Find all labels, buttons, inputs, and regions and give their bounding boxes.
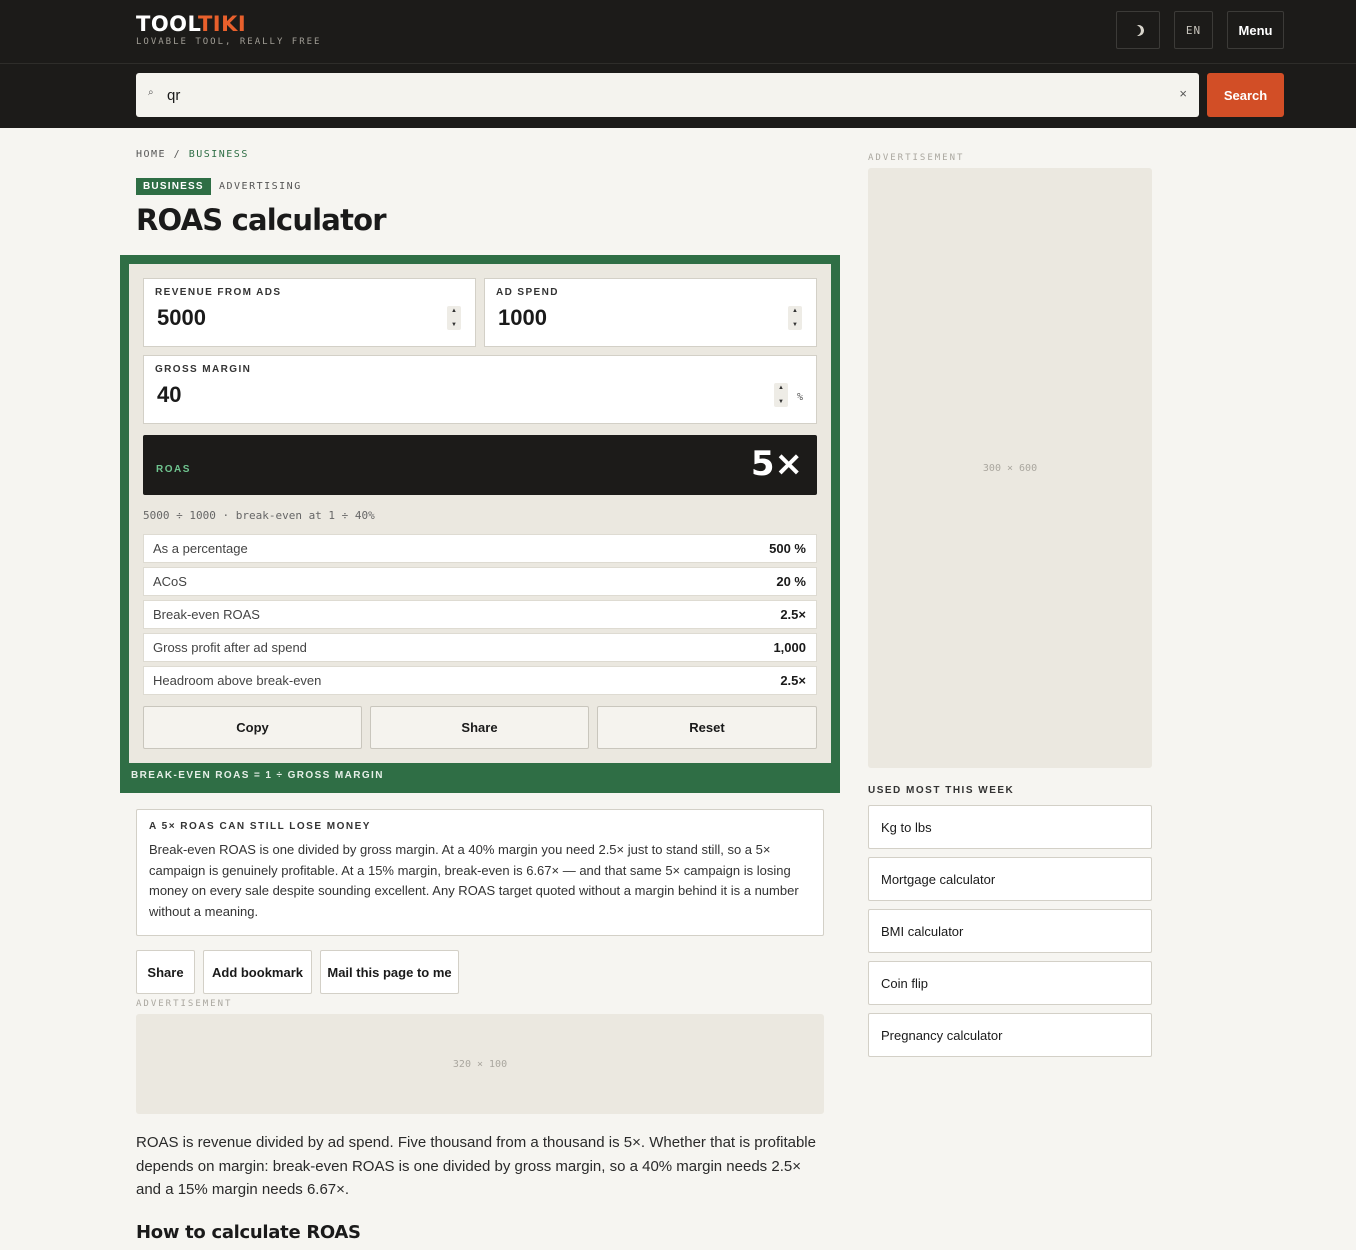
result-label: ROAS bbox=[156, 464, 191, 475]
stat-label: As a percentage bbox=[153, 541, 248, 556]
breadcrumb: HOME / BUSINESS bbox=[136, 149, 249, 160]
note-title: A 5× ROAS CAN STILL LOSE MONEY bbox=[149, 821, 371, 832]
ad-size-label: 300 × 600 bbox=[982, 462, 1038, 474]
info-note: A 5× ROAS CAN STILL LOSE MONEY Break-eve… bbox=[136, 809, 824, 936]
chevron-up-icon[interactable]: ▲ bbox=[778, 385, 784, 391]
chevron-down-icon[interactable]: ▼ bbox=[792, 322, 798, 328]
formula-text: 5000 ÷ 1000 · break-even at 1 ÷ 40% bbox=[143, 509, 375, 522]
ad-slot-sidebar: 300 × 600 bbox=[868, 168, 1152, 768]
stat-value: 2.5× bbox=[780, 673, 806, 688]
calculator-body: REVENUE FROM ADS 5000 ▲ ▼ AD SPEND 1000 … bbox=[129, 264, 831, 763]
ad-slot-inline: 320 × 100 bbox=[136, 1014, 824, 1114]
ad-spend-field[interactable]: AD SPEND 1000 ▲ ▼ bbox=[484, 278, 817, 347]
search-field[interactable]: ⌕ × bbox=[136, 73, 1199, 117]
theme-toggle-button[interactable] bbox=[1116, 11, 1160, 49]
breadcrumb-home[interactable]: HOME bbox=[136, 149, 166, 160]
moon-icon bbox=[1131, 23, 1145, 37]
chevron-up-icon[interactable]: ▲ bbox=[451, 308, 457, 314]
ad-spend-value[interactable]: 1000 bbox=[498, 305, 547, 331]
percent-unit: % bbox=[797, 392, 804, 403]
share-result-button[interactable]: Share bbox=[370, 706, 589, 749]
logo-accent: TIKI bbox=[197, 12, 247, 36]
revenue-stepper[interactable]: ▲ ▼ bbox=[447, 306, 461, 330]
popular-tool-link[interactable]: Pregnancy calculator bbox=[868, 1013, 1152, 1057]
breadcrumb-current[interactable]: BUSINESS bbox=[189, 149, 249, 160]
popular-tool-link[interactable]: Kg to lbs bbox=[868, 805, 1152, 849]
popular-tool-link[interactable]: BMI calculator bbox=[868, 909, 1152, 953]
calculator-card: REVENUE FROM ADS 5000 ▲ ▼ AD SPEND 1000 … bbox=[120, 255, 840, 793]
stat-label: Gross profit after ad spend bbox=[153, 640, 307, 655]
category-badge[interactable]: BUSINESS bbox=[136, 178, 211, 195]
stat-row: Gross profit after ad spend 1,000 bbox=[143, 633, 817, 662]
site-logo[interactable]: TOOLTIKI bbox=[136, 12, 246, 36]
note-body: Break-even ROAS is one divided by gross … bbox=[149, 842, 799, 919]
result-value: 5× bbox=[750, 444, 803, 484]
calculator-footer-formula: BREAK-EVEN ROAS = 1 ÷ GROSS MARGIN bbox=[131, 770, 384, 781]
stat-label: ACoS bbox=[153, 574, 187, 589]
logo-main: TOOL bbox=[136, 12, 198, 36]
gross-margin-stepper[interactable]: ▲ ▼ bbox=[774, 383, 788, 407]
popular-tools-title: USED MOST THIS WEEK bbox=[868, 785, 1015, 796]
page-title: ROAS calculator bbox=[136, 203, 387, 237]
share-page-button[interactable]: Share bbox=[136, 950, 195, 994]
ad-spend-stepper[interactable]: ▲ ▼ bbox=[788, 306, 802, 330]
search-button[interactable]: Search bbox=[1207, 73, 1284, 117]
reset-button[interactable]: Reset bbox=[597, 706, 817, 749]
ad-spend-label: AD SPEND bbox=[496, 287, 559, 298]
revenue-value[interactable]: 5000 bbox=[157, 305, 206, 331]
site-tagline: LOVABLE TOOL, REALLY FREE bbox=[136, 37, 322, 47]
search-input[interactable] bbox=[167, 85, 1157, 105]
ad-label: ADVERTISEMENT bbox=[136, 999, 233, 1009]
stat-row: ACoS 20 % bbox=[143, 567, 817, 596]
search-bar: ⌕ × Search bbox=[0, 64, 1356, 128]
mail-page-button[interactable]: Mail this page to me bbox=[320, 950, 459, 994]
stat-label: Headroom above break-even bbox=[153, 673, 322, 688]
popular-tool-link[interactable]: Coin flip bbox=[868, 961, 1152, 1005]
site-header: TOOLTIKI LOVABLE TOOL, REALLY FREE EN Me… bbox=[0, 0, 1356, 64]
stat-row: Break-even ROAS 2.5× bbox=[143, 600, 817, 629]
search-icon: ⌕ bbox=[148, 87, 154, 98]
revenue-label: REVENUE FROM ADS bbox=[155, 287, 282, 298]
roas-result: ROAS 5× bbox=[143, 435, 817, 495]
section-heading: How to calculate ROAS bbox=[136, 1222, 361, 1243]
popular-tool-link[interactable]: Mortgage calculator bbox=[868, 857, 1152, 901]
revenue-field[interactable]: REVENUE FROM ADS 5000 ▲ ▼ bbox=[143, 278, 476, 347]
stat-value: 2.5× bbox=[780, 607, 806, 622]
stat-label: Break-even ROAS bbox=[153, 607, 260, 622]
ad-size-label: 320 × 100 bbox=[452, 1058, 508, 1070]
chevron-up-icon[interactable]: ▲ bbox=[792, 308, 798, 314]
gross-margin-field[interactable]: GROSS MARGIN 40 ▲ ▼ % bbox=[143, 355, 817, 424]
intro-paragraph: ROAS is revenue divided by ad spend. Fiv… bbox=[136, 1134, 816, 1198]
stat-value: 1,000 bbox=[773, 640, 806, 655]
stat-value: 500 % bbox=[769, 541, 806, 556]
add-bookmark-button[interactable]: Add bookmark bbox=[203, 950, 312, 994]
breadcrumb-separator: / bbox=[173, 149, 182, 160]
ad-label: ADVERTISEMENT bbox=[868, 153, 965, 163]
language-button[interactable]: EN bbox=[1174, 11, 1213, 49]
stat-value: 20 % bbox=[776, 574, 806, 589]
chevron-down-icon[interactable]: ▼ bbox=[451, 322, 457, 328]
chevron-down-icon[interactable]: ▼ bbox=[778, 399, 784, 405]
stat-row: As a percentage 500 % bbox=[143, 534, 817, 563]
menu-button[interactable]: Menu bbox=[1227, 11, 1284, 49]
subcategory-tag[interactable]: ADVERTISING bbox=[219, 181, 302, 192]
gross-margin-value[interactable]: 40 bbox=[157, 382, 181, 408]
gross-margin-label: GROSS MARGIN bbox=[155, 364, 252, 375]
close-icon[interactable]: × bbox=[1179, 86, 1187, 101]
copy-button[interactable]: Copy bbox=[143, 706, 362, 749]
stat-row: Headroom above break-even 2.5× bbox=[143, 666, 817, 695]
